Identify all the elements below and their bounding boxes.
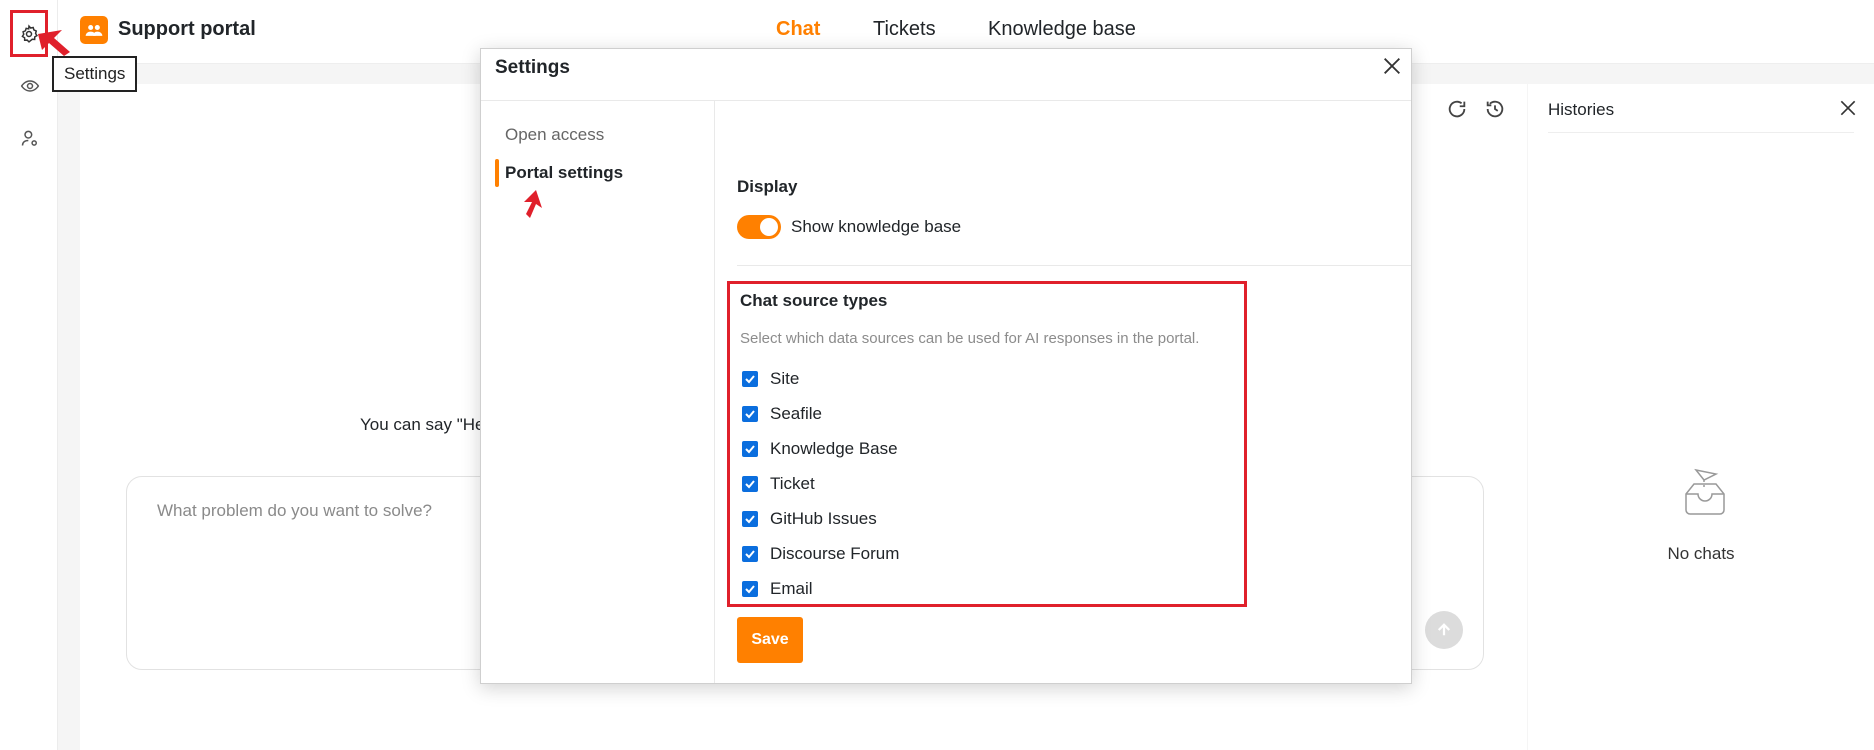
- sources-title: Chat source types: [740, 291, 888, 310]
- show-knowledge-base-toggle[interactable]: [737, 215, 781, 239]
- settings-modal: Settings Open access Portal settings Dis…: [480, 48, 1412, 684]
- check-icon: [745, 375, 755, 384]
- display-section-title: Display: [737, 177, 798, 196]
- active-indicator: [495, 159, 499, 187]
- checkbox-label: Email: [770, 579, 813, 598]
- checkbox-label: Ticket: [770, 474, 815, 493]
- sources-description: Select which data sources can be used fo…: [740, 330, 1200, 347]
- empty-inbox-icon: [1685, 468, 1725, 515]
- checkbox-label: Seafile: [770, 404, 822, 423]
- divider: [737, 265, 1411, 266]
- preview-button[interactable]: [16, 72, 44, 100]
- source-checkbox-ticket[interactable]: Ticket: [742, 472, 815, 496]
- checkbox[interactable]: [742, 406, 758, 422]
- brand-name: Support portal: [118, 18, 256, 40]
- source-checkbox-discourse-forum[interactable]: Discourse Forum: [742, 542, 899, 566]
- checkbox-label: GitHub Issues: [770, 509, 877, 528]
- users-icon: [85, 25, 103, 36]
- tab-tickets[interactable]: Tickets: [873, 18, 936, 41]
- source-checkbox-site[interactable]: Site: [742, 367, 799, 391]
- check-icon: [745, 480, 755, 489]
- close-icon[interactable]: [1838, 98, 1858, 118]
- chat-input-placeholder: What problem do you want to solve?: [157, 501, 432, 520]
- check-icon: [745, 445, 755, 454]
- check-icon: [745, 550, 755, 559]
- eye-icon: [20, 80, 40, 92]
- source-checkbox-email[interactable]: Email: [742, 577, 813, 601]
- settings-tooltip: Settings: [52, 56, 138, 92]
- check-icon: [745, 515, 755, 524]
- chat-hint: You can say "He: [360, 415, 485, 434]
- save-button[interactable]: Save: [737, 617, 803, 663]
- check-icon: [745, 585, 755, 594]
- user-settings-button[interactable]: [16, 124, 44, 152]
- checkbox-label: Site: [770, 369, 800, 388]
- source-checkbox-github-issues[interactable]: GitHub Issues: [742, 507, 877, 531]
- checkbox[interactable]: [742, 441, 758, 457]
- checkbox-label: Discourse Forum: [770, 544, 900, 563]
- modal-title: Settings: [495, 57, 570, 78]
- divider: [1548, 132, 1854, 133]
- checkbox[interactable]: [742, 476, 758, 492]
- left-rail: [0, 0, 58, 750]
- annotation-arrow-icon: [524, 190, 542, 218]
- annotation-arrow-icon: [38, 30, 70, 56]
- toggle-knob: [760, 218, 778, 236]
- checkbox[interactable]: [742, 371, 758, 387]
- modal-header: Settings: [481, 49, 1411, 101]
- check-icon: [745, 410, 755, 419]
- tab-knowledge-base[interactable]: Knowledge base: [988, 18, 1136, 41]
- histories-title: Histories: [1548, 100, 1615, 119]
- chat-source-types-section: Chat source types Select which data sour…: [727, 281, 1247, 607]
- toggle-label: Show knowledge base: [791, 217, 962, 236]
- brand-logo: [80, 16, 108, 44]
- checkbox-label: Knowledge Base: [770, 439, 898, 458]
- checkbox[interactable]: [742, 511, 758, 527]
- modal-sidebar: Open access Portal settings: [481, 101, 715, 683]
- refresh-icon[interactable]: [1446, 98, 1468, 120]
- history-icon[interactable]: [1484, 98, 1506, 120]
- sidebar-item-portal-settings[interactable]: Portal settings: [505, 163, 623, 183]
- tab-chat[interactable]: Chat: [776, 18, 820, 41]
- arrow-up-icon: [1437, 623, 1451, 636]
- checkbox[interactable]: [742, 581, 758, 597]
- user-settings-icon: [21, 130, 38, 146]
- sidebar-item-open-access[interactable]: Open access: [505, 125, 604, 145]
- send-button[interactable]: [1425, 611, 1463, 649]
- source-checkbox-knowledge-base[interactable]: Knowledge Base: [742, 437, 898, 461]
- modal-body: Display Show knowledge base Chat source …: [715, 101, 1411, 683]
- checkbox[interactable]: [742, 546, 758, 562]
- empty-text: No chats: [1667, 544, 1735, 563]
- close-icon[interactable]: [1381, 55, 1403, 77]
- histories-panel: Histories No chats: [1528, 84, 1874, 750]
- source-checkbox-seafile[interactable]: Seafile: [742, 402, 822, 426]
